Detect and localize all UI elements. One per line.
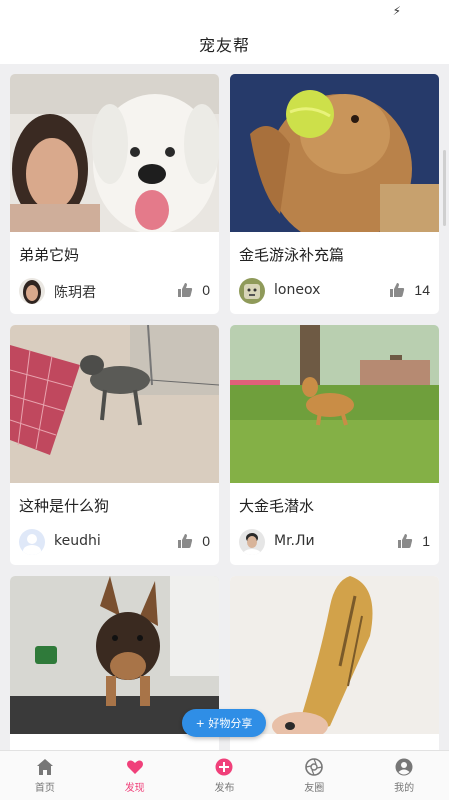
page-title: 宠友帮: [198, 36, 250, 55]
post-image[interactable]: [230, 576, 439, 734]
post-title[interactable]: 弟弟它妈: [19, 244, 79, 265]
like-count: 1: [422, 533, 430, 549]
profile-icon: [395, 758, 413, 775]
avatar[interactable]: [239, 278, 265, 304]
post-image[interactable]: [10, 325, 219, 483]
tab-discover[interactable]: 发现: [90, 751, 180, 800]
post-image[interactable]: [230, 74, 439, 232]
home-icon: [36, 758, 53, 775]
tab-label: 我的: [394, 782, 415, 794]
tab-home[interactable]: 首页: [0, 751, 90, 800]
post-feed[interactable]: 弟弟它妈 陈玥君 0 金毛游泳补充篇 loneox 14 这种是什么狗 keud…: [0, 64, 449, 750]
thumbs-up-icon[interactable]: [177, 282, 193, 298]
avatar[interactable]: [19, 529, 45, 555]
post-title[interactable]: 大金毛潜水: [239, 495, 314, 516]
post-image[interactable]: [230, 325, 439, 483]
lightning-icon: ⚡: [392, 4, 401, 18]
post-title[interactable]: 金毛游泳补充篇: [239, 244, 344, 265]
thumbs-up-icon[interactable]: [177, 533, 193, 549]
tab-moments[interactable]: 友圈: [269, 751, 359, 800]
author-name[interactable]: 陈玥君: [54, 282, 96, 302]
tab-publish[interactable]: 发布: [180, 751, 270, 800]
bottom-tab-bar: 首页 发现 发布 友圈 我的: [0, 750, 449, 800]
aperture-icon: [305, 757, 324, 776]
tab-me[interactable]: 我的: [359, 751, 449, 800]
post-card[interactable]: 大金毛潜水 Mr.Ли 1: [230, 325, 439, 565]
author-name[interactable]: loneox: [274, 282, 320, 298]
post-card[interactable]: 弟弟它妈 陈玥君 0: [10, 74, 219, 314]
share-goods-button[interactable]: + 好物分享: [182, 709, 266, 737]
app-header: 宠友帮: [0, 24, 449, 64]
post-title[interactable]: 这种是什么狗: [19, 495, 109, 516]
thumbs-up-icon[interactable]: [389, 282, 405, 298]
tab-label: 首页: [34, 782, 55, 794]
heart-icon: [126, 760, 143, 774]
avatar[interactable]: [19, 278, 45, 304]
author-name[interactable]: keudhi: [54, 533, 101, 549]
status-bar: ⚡: [0, 0, 449, 24]
plus-circle-icon: [215, 758, 233, 775]
tab-label: 发布: [214, 782, 235, 794]
like-count: 0: [202, 533, 210, 549]
post-card[interactable]: 这种是什么狗 keudhi 0: [10, 325, 219, 565]
post-image[interactable]: [10, 74, 219, 232]
tab-label: 友圈: [304, 782, 325, 794]
like-count: 14: [414, 282, 430, 298]
tab-label: 发现: [124, 782, 145, 794]
avatar[interactable]: [239, 529, 265, 555]
like-count: 0: [202, 282, 210, 298]
post-card[interactable]: 金毛游泳补充篇 loneox 14: [230, 74, 439, 314]
thumbs-up-icon[interactable]: [397, 533, 413, 549]
author-name[interactable]: Mr.Ли: [274, 533, 315, 549]
scrollbar[interactable]: [443, 150, 446, 226]
